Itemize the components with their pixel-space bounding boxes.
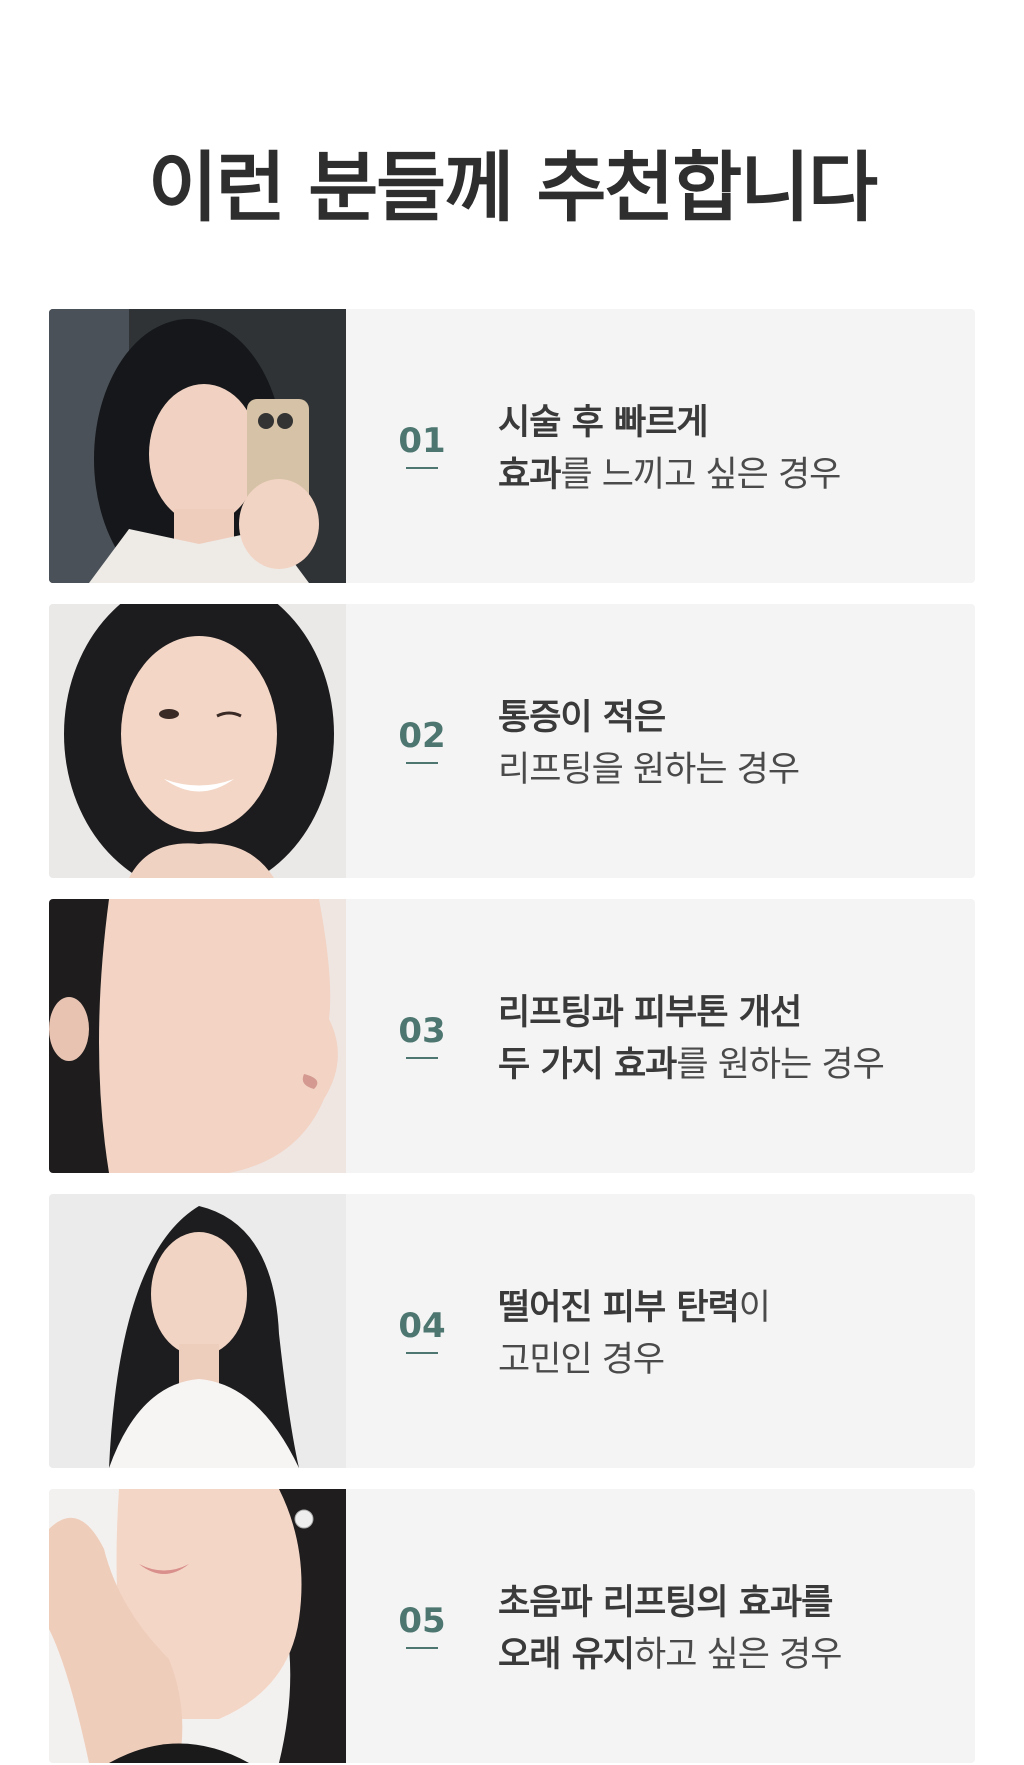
desc-line1-bold: 통증이 적은	[498, 698, 666, 738]
item-number-badge: 01	[397, 421, 447, 469]
item-number-badge: 05	[397, 1601, 447, 1649]
item-description: 시술 후 빠르게 효과를 느끼고 싶은 경우	[498, 397, 841, 501]
number-underline	[406, 1647, 438, 1649]
recommend-card-2: 02 통증이 적은 리프팅을 원하는 경우	[49, 604, 975, 878]
number-underline	[406, 762, 438, 764]
item-description: 통증이 적은 리프팅을 원하는 경우	[498, 692, 800, 796]
model-photo-selfie	[49, 309, 346, 583]
desc-line2-regular: 를 느끼고 싶은 경우	[560, 455, 841, 495]
desc-line1-bold: 시술 후 빠르게	[498, 403, 709, 443]
number-underline	[406, 1057, 438, 1059]
item-description: 떨어진 피부 탄력이 고민인 경우	[498, 1282, 771, 1386]
desc-line2-bold: 효과	[498, 455, 561, 495]
item-number-badge: 02	[397, 716, 447, 764]
number-underline	[406, 467, 438, 469]
item-number: 02	[398, 716, 446, 756]
item-description: 리프팅과 피부톤 개선 두 가지 효과를 원하는 경우	[498, 987, 885, 1091]
page-title: 이런 분들께 추천합니다	[147, 143, 878, 232]
item-number-badge: 03	[397, 1011, 447, 1059]
recommend-card-3: 03 리프팅과 피부톤 개선 두 가지 효과를 원하는 경우	[49, 899, 975, 1173]
desc-line1-bold: 초음파 리프팅의 효과를	[498, 1583, 833, 1623]
desc-line2-regular: 하고 싶은 경우	[634, 1635, 842, 1675]
desc-line2-bold: 두 가지 효과	[498, 1045, 677, 1085]
model-photo-hand-pose	[49, 1489, 346, 1763]
desc-line2-regular: 고민인 경우	[498, 1340, 665, 1380]
item-number: 04	[398, 1306, 446, 1346]
recommend-card-5: 05 초음파 리프팅의 효과를 오래 유지하고 싶은 경우	[49, 1489, 975, 1763]
desc-line1-bold: 리프팅과 피부톤 개선	[498, 993, 802, 1033]
number-underline	[406, 1352, 438, 1354]
desc-line1-regular: 이	[738, 1288, 771, 1328]
item-number: 05	[398, 1601, 446, 1641]
desc-line2-bold: 오래 유지	[498, 1635, 635, 1675]
desc-line1-bold: 떨어진 피부 탄력	[498, 1288, 740, 1328]
model-photo-wink	[49, 604, 346, 878]
item-number-badge: 04	[397, 1306, 447, 1354]
desc-line2-regular: 를 원하는 경우	[676, 1045, 884, 1085]
item-description: 초음파 리프팅의 효과를 오래 유지하고 싶은 경우	[498, 1577, 842, 1681]
recommend-card-1: 01 시술 후 빠르게 효과를 느끼고 싶은 경우	[49, 309, 975, 583]
desc-line2-regular: 리프팅을 원하는 경우	[498, 750, 800, 790]
item-number: 01	[398, 421, 446, 461]
recommend-card-4: 04 떨어진 피부 탄력이 고민인 경우	[49, 1194, 975, 1468]
model-photo-profile	[49, 899, 346, 1173]
item-number: 03	[398, 1011, 446, 1051]
model-photo-portrait	[49, 1194, 346, 1468]
